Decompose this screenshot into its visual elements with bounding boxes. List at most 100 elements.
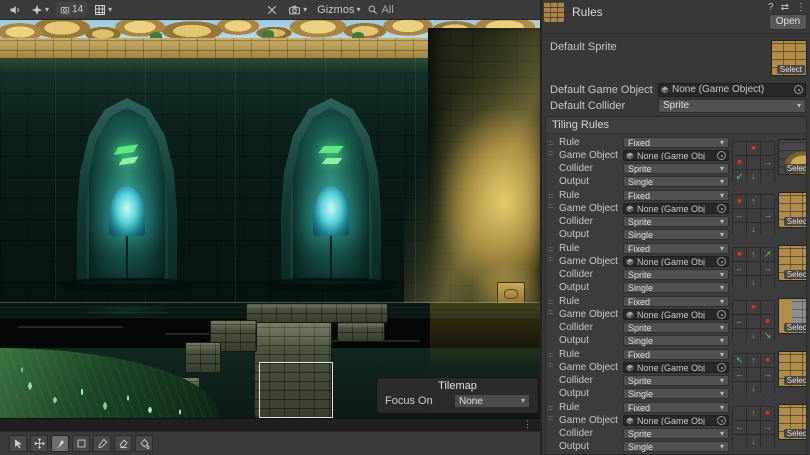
neighbor-cell[interactable]: → [761, 156, 774, 169]
eraser-tool-button[interactable] [114, 435, 132, 452]
focus-on-dropdown[interactable]: None ▾ [454, 394, 530, 408]
rule-sprite-thumbnail[interactable]: Select [778, 139, 807, 175]
scene-search-field[interactable]: All [367, 4, 393, 16]
rule-game-object-field[interactable]: None (Game Obj [623, 256, 729, 267]
neighbor-rule-grid[interactable]: ■ ↑ ← → ↓ [732, 194, 775, 235]
neighbor-rule-grid[interactable]: ↑ ■ ← → ↓ [732, 406, 775, 447]
neighbor-cell[interactable]: ← [733, 315, 746, 328]
neighbor-cell[interactable] [733, 301, 746, 314]
neighbor-cell[interactable] [733, 142, 746, 155]
rule-collider-dropdown[interactable]: Sprite ▾ [623, 428, 729, 439]
neighbor-cell[interactable]: ← [733, 368, 746, 381]
neighbor-cell[interactable] [761, 223, 774, 236]
rule-collider-dropdown[interactable]: Sprite ▾ [623, 163, 729, 174]
neighbor-cell[interactable]: ↗ [761, 248, 774, 261]
neighbor-cell[interactable]: ↑ [747, 354, 760, 367]
neighbor-cell[interactable]: ↓ [747, 382, 760, 395]
neighbor-cell[interactable]: ↖ [733, 354, 746, 367]
rule-game-object-field[interactable]: None (Game Obj [623, 150, 729, 161]
default-game-object-field[interactable]: None (Game Object) [658, 83, 806, 97]
open-button[interactable]: Open [769, 14, 807, 30]
neighbor-cell[interactable] [761, 435, 774, 448]
neighbor-cell[interactable]: → [761, 421, 774, 434]
neighbor-cell[interactable]: → [761, 368, 774, 381]
effects-dropdown-button[interactable]: ▾ [28, 2, 52, 18]
move-tool-button[interactable] [30, 435, 48, 452]
object-picker-icon[interactable] [717, 416, 726, 425]
rule-collider-dropdown[interactable]: Sprite ▾ [623, 216, 729, 227]
rule-sprite-thumbnail[interactable]: Select [778, 192, 807, 228]
neighbor-cell[interactable] [761, 382, 774, 395]
neighbor-cell[interactable] [761, 142, 774, 155]
rule-sprite-thumbnail[interactable]: Select [778, 404, 807, 440]
drag-handle-icon[interactable]: == [548, 137, 556, 187]
neighbor-cell[interactable]: ← [733, 262, 746, 275]
rule-sprite-thumbnail[interactable]: Select [778, 298, 807, 334]
gizmos-dropdown[interactable]: Gizmos ▾ [314, 2, 363, 18]
drag-handle-icon[interactable]: == [548, 296, 556, 346]
box-fill-tool-button[interactable] [72, 435, 90, 452]
scene-camera-button[interactable]: ▾ [285, 2, 310, 18]
rule-sprite-field[interactable]: Select [778, 192, 807, 240]
select-sprite-button[interactable]: Select [777, 65, 805, 74]
drag-handle-icon[interactable]: == [548, 349, 556, 399]
neighbor-cell[interactable]: ■ [747, 301, 760, 314]
rule-type-dropdown[interactable]: Fixed ▾ [623, 296, 729, 307]
neighbor-cell[interactable]: ↙ [733, 170, 746, 183]
rule-game-object-field[interactable]: None (Game Obj [623, 415, 729, 426]
rule-collider-dropdown[interactable]: Sprite ▾ [623, 322, 729, 333]
neighbor-cell[interactable]: ■ [733, 248, 746, 261]
drag-handle-icon[interactable]: == [548, 190, 556, 240]
neighbor-cell[interactable]: ■ [747, 142, 760, 155]
rule-game-object-field[interactable]: None (Game Obj [623, 309, 729, 320]
object-picker-icon[interactable] [717, 363, 726, 372]
neighbor-cell[interactable] [747, 368, 760, 381]
rule-sprite-thumbnail[interactable]: Select [778, 351, 807, 387]
neighbor-cell[interactable] [733, 329, 746, 342]
rule-output-dropdown[interactable]: Single ▾ [623, 388, 729, 399]
picker-tool-button[interactable] [93, 435, 111, 452]
rule-type-dropdown[interactable]: Fixed ▾ [623, 243, 729, 254]
neighbor-cell[interactable]: ■ [761, 315, 774, 328]
select-sprite-button[interactable]: Select [784, 217, 807, 226]
audio-toggle-button[interactable] [6, 2, 24, 18]
rule-sprite-field[interactable]: Select [778, 298, 807, 346]
neighbor-cell[interactable]: ↑ [747, 248, 760, 261]
rule-sprite-thumbnail[interactable]: Select [778, 245, 807, 281]
select-sprite-button[interactable]: Select [784, 376, 807, 385]
neighbor-cell[interactable] [761, 170, 774, 183]
scene-view-canvas[interactable]: Tilemap Focus On None ▾ [0, 20, 540, 418]
neighbor-cell[interactable]: ↘ [761, 329, 774, 342]
neighbor-cell[interactable] [761, 276, 774, 289]
rule-game-object-field[interactable]: None (Game Obj [623, 362, 729, 373]
select-sprite-button[interactable]: Select [784, 270, 807, 279]
rule-sprite-field[interactable]: Select [778, 351, 807, 399]
rule-output-dropdown[interactable]: Single ▾ [623, 441, 729, 452]
rule-game-object-field[interactable]: None (Game Obj [623, 203, 729, 214]
presets-icon[interactable]: ⇄ [781, 2, 789, 13]
neighbor-cell[interactable] [733, 276, 746, 289]
neighbor-cell[interactable] [733, 223, 746, 236]
default-sprite-field[interactable]: Select [771, 40, 807, 76]
neighbor-cell[interactable] [761, 195, 774, 208]
rule-output-dropdown[interactable]: Single ▾ [623, 282, 729, 293]
flood-fill-tool-button[interactable] [135, 435, 153, 452]
neighbor-cell[interactable]: ↓ [747, 435, 760, 448]
context-menu-icon[interactable]: ⋮ [796, 2, 806, 13]
neighbor-cell[interactable]: ↑ [747, 407, 760, 420]
rule-collider-dropdown[interactable]: Sprite ▾ [623, 375, 729, 386]
neighbor-cell[interactable]: ↓ [747, 170, 760, 183]
neighbor-rule-grid[interactable]: ■ ■ → ↙ ↓ [732, 141, 775, 182]
default-collider-dropdown[interactable]: Sprite ▾ [658, 99, 806, 113]
neighbor-cell[interactable] [733, 435, 746, 448]
neighbor-cell[interactable]: ↑ [747, 195, 760, 208]
rule-output-dropdown[interactable]: Single ▾ [623, 335, 729, 346]
object-picker-icon[interactable] [717, 310, 726, 319]
neighbor-cell[interactable]: ■ [761, 407, 774, 420]
rule-output-dropdown[interactable]: Single ▾ [623, 176, 729, 187]
neighbor-cell[interactable] [747, 421, 760, 434]
default-sprite-thumbnail[interactable]: Select [771, 40, 807, 76]
neighbor-cell[interactable]: ■ [733, 195, 746, 208]
rule-type-dropdown[interactable]: Fixed ▾ [623, 137, 729, 148]
object-picker-icon[interactable] [717, 151, 726, 160]
